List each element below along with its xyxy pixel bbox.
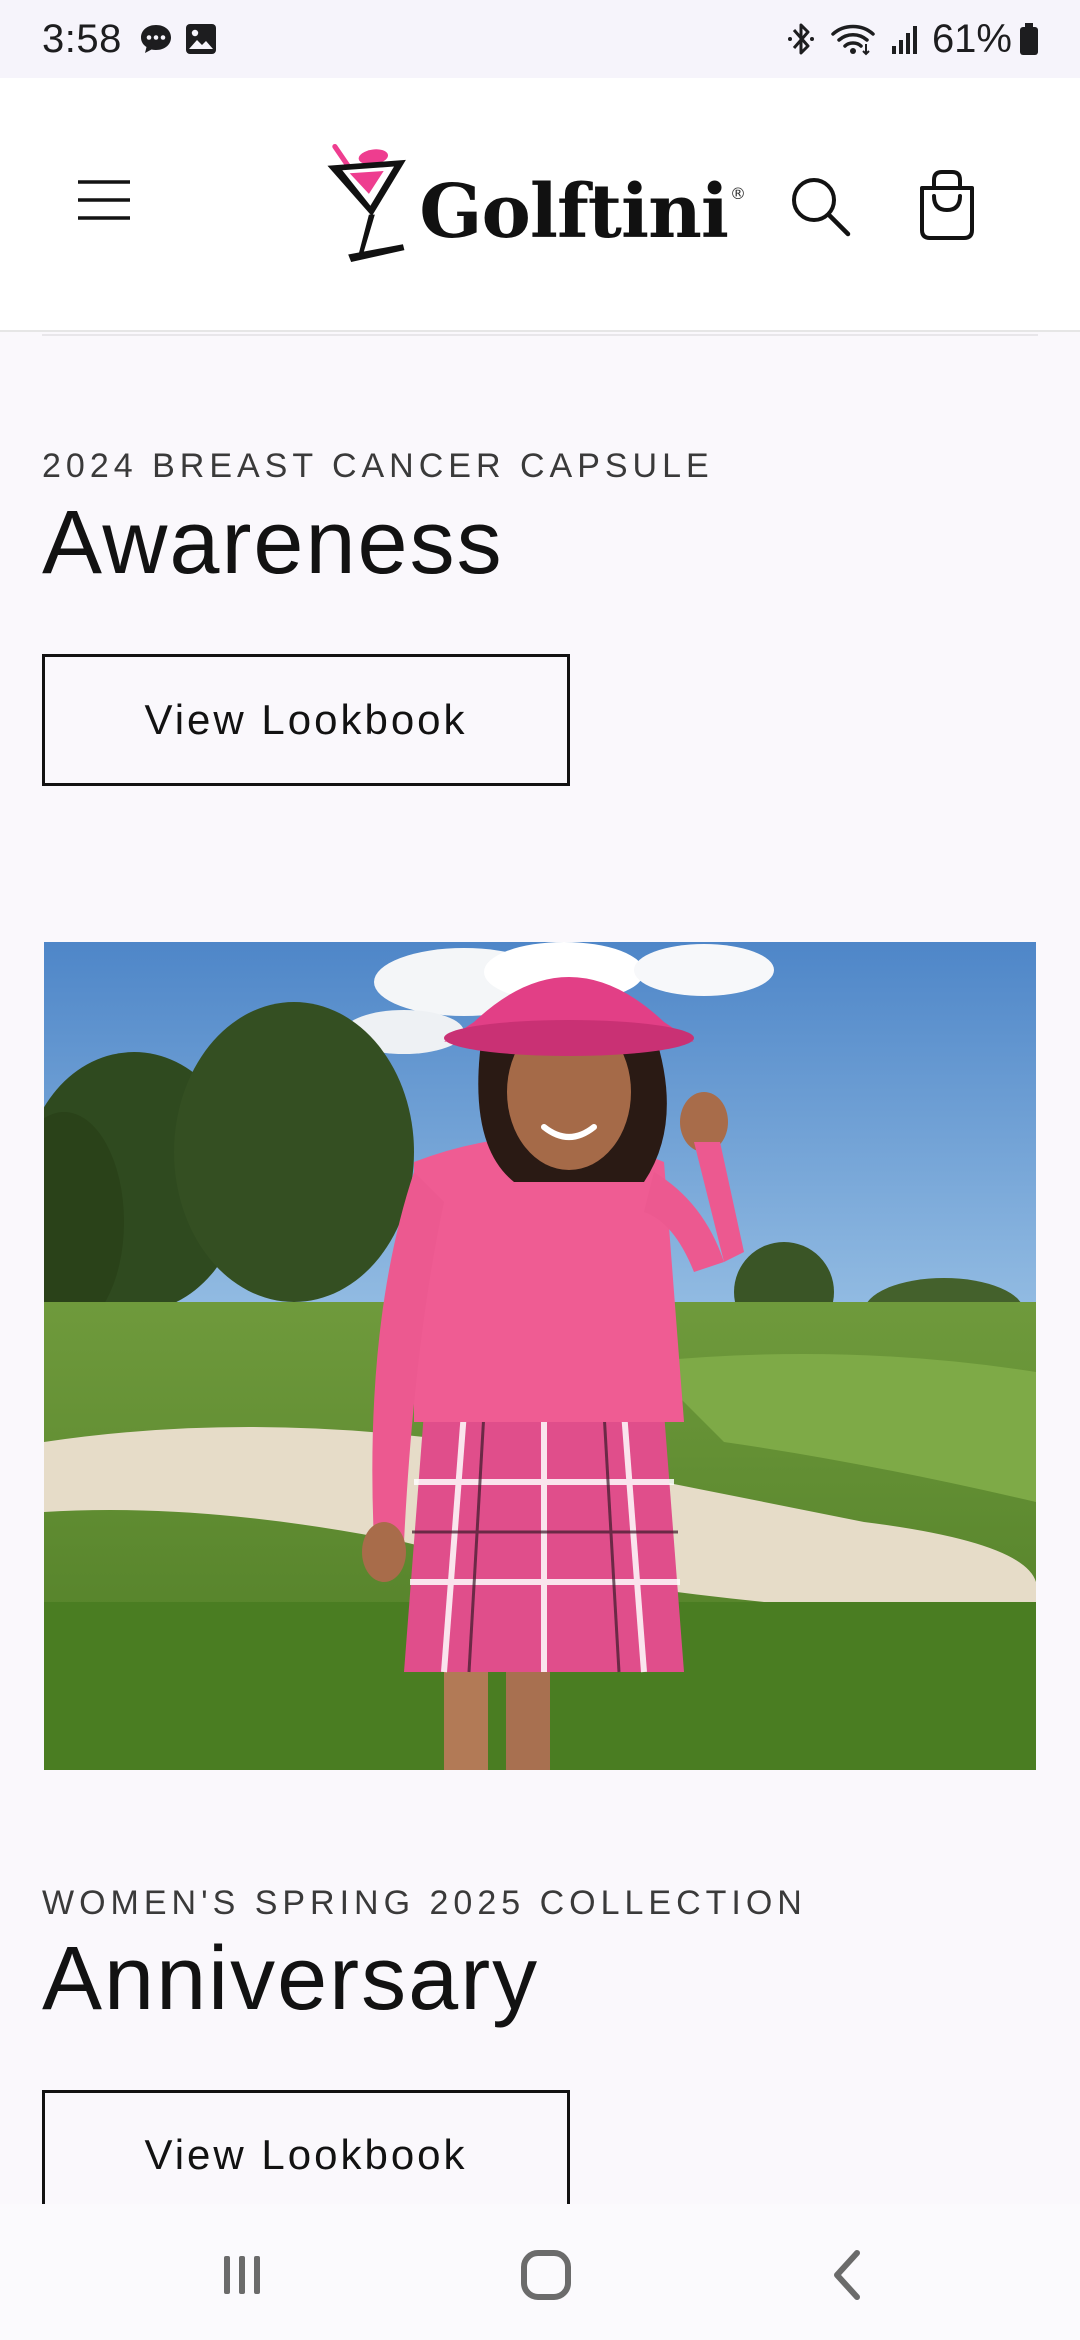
brand-logo[interactable]: Golftini ® [326, 122, 746, 288]
status-left: 3:58 [42, 17, 228, 62]
status-time: 3:58 [42, 16, 122, 61]
search-button[interactable] [786, 172, 856, 242]
section-1-headline: Awareness [42, 493, 504, 593]
wifi-icon [831, 24, 875, 56]
lookbook-photo[interactable] [44, 942, 1036, 1770]
home-icon [521, 2250, 571, 2300]
view-lookbook-button-1[interactable]: View Lookbook [42, 654, 570, 786]
section-2-kicker: WOMEN'S SPRING 2025 COLLECTION [42, 1884, 807, 1922]
martini-glass-icon [327, 143, 406, 262]
golfer-photo-illustration [44, 942, 1036, 1770]
battery-percent: 61% [931, 16, 1012, 61]
menu-icon [78, 180, 130, 220]
status-bar: 3:58 61% [0, 0, 1080, 78]
battery-icon [1020, 23, 1038, 55]
cart-icon [920, 170, 974, 240]
home-button[interactable] [506, 2240, 586, 2310]
logo-registered-mark: ® [730, 184, 746, 203]
site-header: Golftini ® [0, 78, 1080, 332]
back-icon [834, 2250, 860, 2300]
recent-apps-icon [224, 2256, 260, 2294]
section-2-headline: Anniversary [42, 1929, 540, 2029]
image-icon [185, 24, 216, 54]
view-lookbook-button-2[interactable]: View Lookbook [42, 2090, 570, 2220]
signal-icon [891, 26, 917, 54]
section-1-kicker: 2024 BREAST CANCER CAPSULE [42, 447, 714, 485]
message-icon [140, 25, 171, 53]
search-icon [792, 178, 851, 237]
android-nav-bar [0, 2204, 1080, 2340]
cart-button[interactable] [914, 166, 980, 246]
recent-apps-button[interactable] [202, 2240, 282, 2310]
back-button[interactable] [808, 2240, 888, 2310]
menu-button[interactable] [74, 170, 148, 230]
status-right: 61% [772, 17, 1040, 62]
section-divider [42, 334, 1038, 336]
logo-wordmark: Golftini [419, 169, 729, 255]
bluetooth-icon [787, 23, 814, 55]
